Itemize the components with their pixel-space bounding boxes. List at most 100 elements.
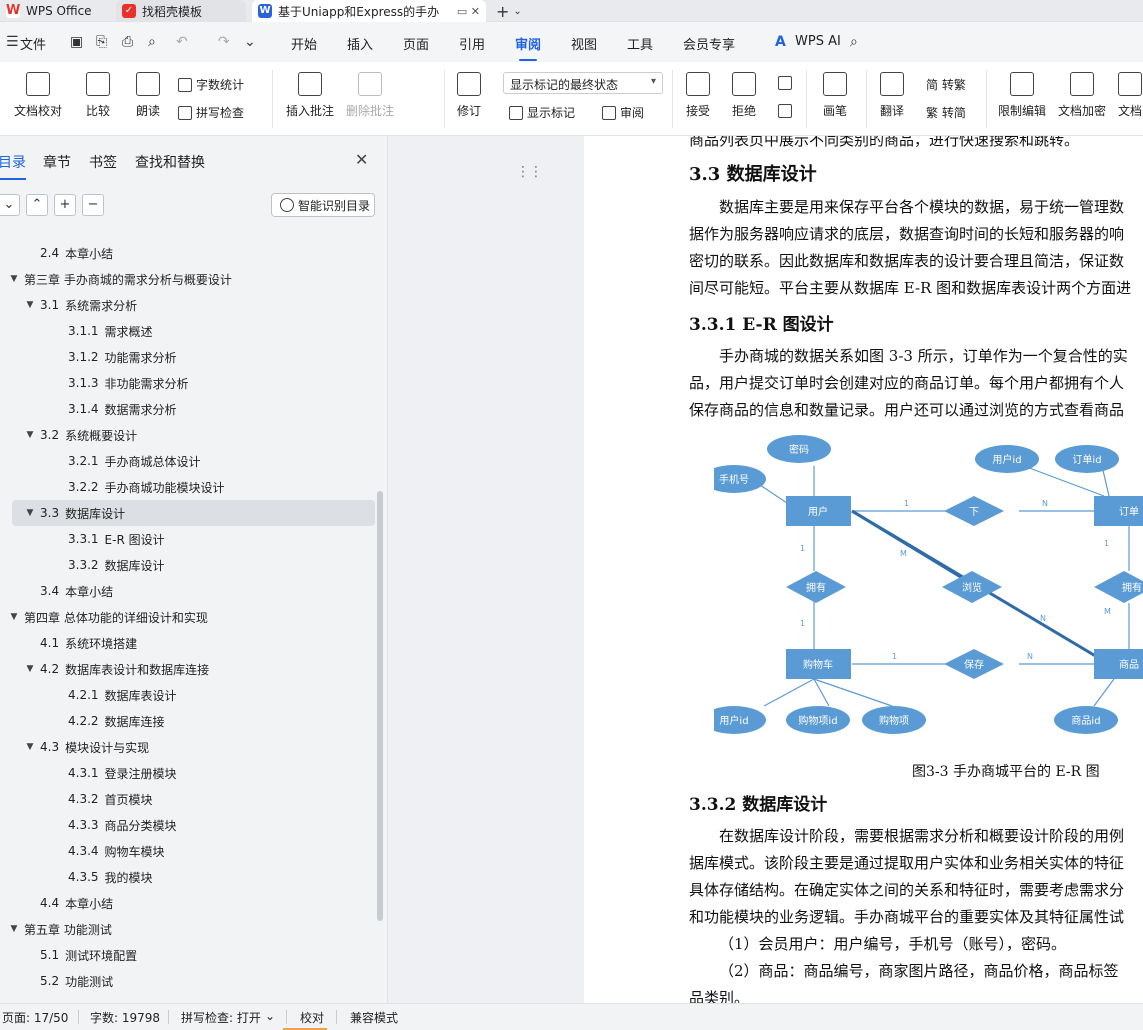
- restrict-edit-button[interactable]: 限制编辑: [998, 72, 1046, 119]
- toc-item[interactable]: ▼ 4.3 模块设计与实现: [0, 734, 380, 760]
- tab-document[interactable]: W 基于Uniapp和Express的手办 ▭ ✕: [252, 0, 486, 22]
- tab-template[interactable]: ✓ 找稻壳模板: [116, 0, 246, 22]
- expand-arrow-icon[interactable]: ▼: [24, 664, 36, 674]
- expand-arrow-icon[interactable]: ▼: [8, 612, 20, 622]
- menu-tools[interactable]: 工具: [627, 34, 653, 53]
- next-change-button[interactable]: [778, 104, 792, 118]
- close-tab-icon[interactable]: ▭ ✕: [457, 5, 480, 18]
- expand-arrow-icon[interactable]: ▼: [24, 430, 36, 440]
- toc-item[interactable]: 5.1 测试环境配置: [0, 942, 380, 968]
- expand-arrow-icon[interactable]: ▼: [24, 300, 36, 310]
- toc-item[interactable]: 5.2 功能测试: [0, 968, 380, 994]
- toc-item[interactable]: 2.4 本章小结: [0, 240, 380, 266]
- track-changes-button[interactable]: 修订: [457, 72, 481, 119]
- toc-item[interactable]: 3.4 本章小结: [0, 578, 380, 604]
- search-icon[interactable]: ⌕: [850, 34, 858, 50]
- encrypt-button[interactable]: 文档加密: [1058, 72, 1106, 119]
- toc-item[interactable]: 3.3.2 数据库设计: [0, 552, 380, 578]
- toc-item[interactable]: 4.3.3 商品分类模块: [0, 812, 380, 838]
- toc-item[interactable]: 3.1.3 非功能需求分析: [0, 370, 380, 396]
- toc-item[interactable]: 4.1 系统环境搭建: [0, 630, 380, 656]
- tab-wps-office[interactable]: W WPS Office: [0, 0, 110, 22]
- reject-button[interactable]: 拒绝: [732, 72, 756, 119]
- toc-item[interactable]: 3.2.1 手办商城总体设计: [0, 448, 380, 474]
- proof-status[interactable]: 校对: [300, 1009, 324, 1026]
- toc-item[interactable]: ▼ 3.1 系统需求分析: [0, 292, 380, 318]
- close-icon[interactable]: ✕: [355, 150, 368, 169]
- proofread-button[interactable]: 文档校对: [14, 72, 62, 119]
- toc-item[interactable]: 4.2.1 数据库表设计: [0, 682, 380, 708]
- expand-arrow-icon[interactable]: ▼: [8, 924, 20, 934]
- menu-file[interactable]: 文件: [20, 34, 46, 53]
- toc-item[interactable]: 3.1.2 功能需求分析: [0, 344, 380, 370]
- toc-item[interactable]: ▼ 第四章 总体功能的详细设计和实现: [0, 604, 380, 630]
- smart-toc-button[interactable]: 智能识别目录: [271, 193, 375, 217]
- expand-arrow-icon[interactable]: ▼: [24, 508, 36, 518]
- print-preview-icon[interactable]: ⌕: [148, 34, 156, 50]
- tab-bookmarks[interactable]: 书签: [89, 152, 117, 172]
- document-page[interactable]: 商品列表页中展示不同类别的商品，进行快速搜索和跳转。 ⋮⋮ 3.3 数据库设计 …: [516, 136, 1143, 1003]
- toc-item[interactable]: 4.3.1 登录注册模块: [0, 760, 380, 786]
- drag-handle-icon[interactable]: ⋮⋮: [516, 164, 543, 180]
- menu-view[interactable]: 视图: [571, 34, 597, 53]
- expand-arrow-icon[interactable]: ▼: [8, 274, 20, 284]
- doc-more-button[interactable]: 文档: [1118, 72, 1142, 119]
- add-heading-icon[interactable]: +: [54, 194, 76, 216]
- toc-item[interactable]: 4.3.2 首页模块: [0, 786, 380, 812]
- to-traditional-button[interactable]: 简 转繁: [926, 76, 966, 93]
- read-aloud-button[interactable]: 朗读: [136, 72, 160, 119]
- toc-item[interactable]: ▼ 第五章 功能测试: [0, 916, 380, 942]
- word-count-status[interactable]: 字数: 19798: [90, 1009, 160, 1026]
- menu-member[interactable]: 会员专享: [683, 34, 735, 53]
- nav-scrollbar[interactable]: [377, 491, 383, 921]
- chevron-up-icon[interactable]: ⌃: [26, 194, 48, 216]
- review-pane-button[interactable]: 审阅: [602, 104, 644, 121]
- toc-item[interactable]: 4.2.2 数据库连接: [0, 708, 380, 734]
- ink-button[interactable]: 画笔: [823, 72, 847, 119]
- translate-button[interactable]: 翻译: [880, 72, 904, 119]
- spell-check-status[interactable]: 拼写检查: 打开: [181, 1009, 261, 1026]
- save-icon[interactable]: ▣: [70, 34, 83, 50]
- toc-item[interactable]: ▼ 4.2 数据库表设计和数据库连接: [0, 656, 380, 682]
- undo-icon[interactable]: ↶: [176, 34, 188, 50]
- show-markup-button[interactable]: 显示标记: [509, 104, 575, 121]
- menu-page[interactable]: 页面: [403, 34, 429, 53]
- redo-icon[interactable]: ↷: [218, 34, 230, 50]
- menu-references[interactable]: 引用: [459, 34, 485, 53]
- tab-find-replace[interactable]: 查找和替换: [135, 152, 205, 172]
- menu-home[interactable]: 开始: [291, 34, 317, 53]
- tab-sections[interactable]: 章节: [43, 152, 71, 172]
- toc-item[interactable]: 4.3.4 购物车模块: [0, 838, 380, 864]
- toc-item[interactable]: ▼ 3.2 系统概要设计: [0, 422, 380, 448]
- toc-item[interactable]: 3.1.1 需求概述: [0, 318, 380, 344]
- expand-arrow-icon[interactable]: ▼: [24, 742, 36, 752]
- toc-item[interactable]: 4.3.5 我的模块: [0, 864, 380, 890]
- tab-toc[interactable]: 目录: [0, 152, 26, 180]
- insert-comment-button[interactable]: 插入批注: [286, 72, 334, 119]
- to-simplified-button[interactable]: 繁 转简: [926, 104, 966, 121]
- hamburger-icon[interactable]: ☰: [6, 34, 19, 50]
- word-count-button[interactable]: 字数统计: [178, 76, 244, 93]
- new-tab-button[interactable]: + ⌄: [496, 0, 522, 22]
- menu-review[interactable]: 审阅: [515, 34, 541, 61]
- collapse-all-icon[interactable]: ⌄: [0, 194, 20, 216]
- toc-item[interactable]: ▼ 3.3 数据库设计: [12, 500, 375, 526]
- remove-heading-icon[interactable]: −: [82, 194, 104, 216]
- toc-item[interactable]: 3.3.1 E-R 图设计: [0, 526, 380, 552]
- spell-check-button[interactable]: 拼写检查: [178, 104, 244, 121]
- chevron-down-icon[interactable]: ⌄: [513, 6, 521, 17]
- menu-insert[interactable]: 插入: [347, 34, 373, 53]
- toc-item[interactable]: 4.4 本章小结: [0, 890, 380, 916]
- more-icon[interactable]: ⌄: [244, 34, 256, 50]
- toc-item[interactable]: 3.2.2 手办商城功能模块设计: [0, 474, 380, 500]
- compare-button[interactable]: 比较: [86, 72, 110, 119]
- export-icon[interactable]: ⎘: [96, 34, 107, 50]
- print-icon[interactable]: ⎙: [122, 34, 133, 50]
- toc-item[interactable]: ▼ 第三章 手办商城的需求分析与概要设计: [0, 266, 380, 292]
- previous-change-button[interactable]: [778, 76, 792, 90]
- toc-item[interactable]: 3.1.4 数据需求分析: [0, 396, 380, 422]
- markup-state-select[interactable]: 显示标记的最终状态 ▾: [503, 72, 663, 94]
- accept-button[interactable]: 接受: [686, 72, 710, 119]
- page-indicator[interactable]: 页面: 17/50: [2, 1009, 68, 1026]
- delete-comment-button[interactable]: 删除批注: [346, 72, 394, 119]
